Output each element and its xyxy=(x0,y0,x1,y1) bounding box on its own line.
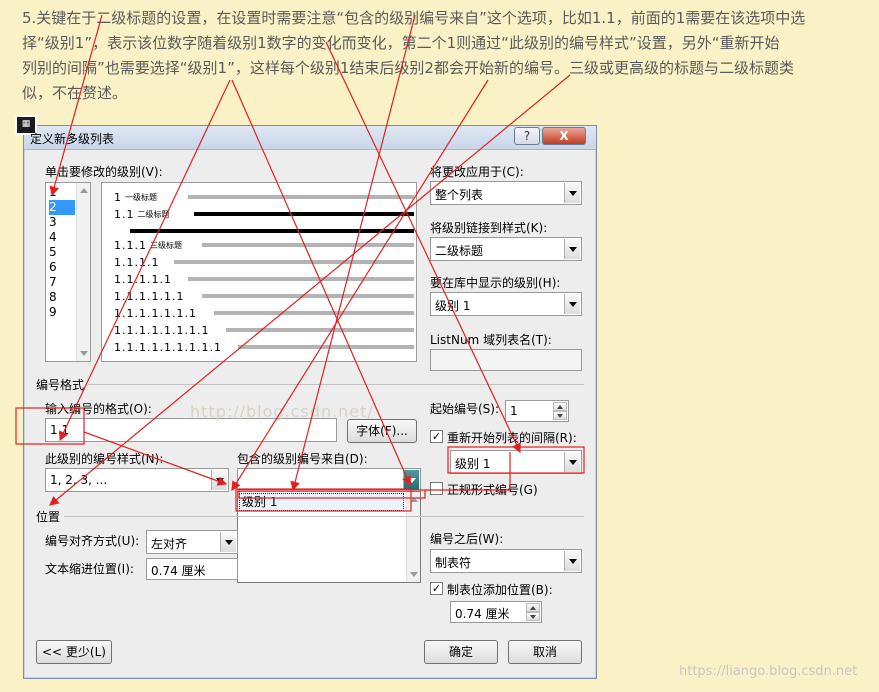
format-highlight-box xyxy=(15,407,85,445)
annotation-arrow xyxy=(59,79,231,442)
restart-highlight-box xyxy=(447,446,585,474)
annotation-arrow xyxy=(425,452,511,491)
annotation-overlay xyxy=(15,14,585,512)
dropdown-highlight-box xyxy=(238,489,426,499)
annotation-arrow xyxy=(231,79,489,492)
include-highlight-box xyxy=(235,488,412,512)
annotation-arrow xyxy=(83,431,228,486)
annotation-arrow xyxy=(290,14,416,492)
annotation-arrow xyxy=(49,74,571,506)
annotation-arrow xyxy=(49,14,103,197)
